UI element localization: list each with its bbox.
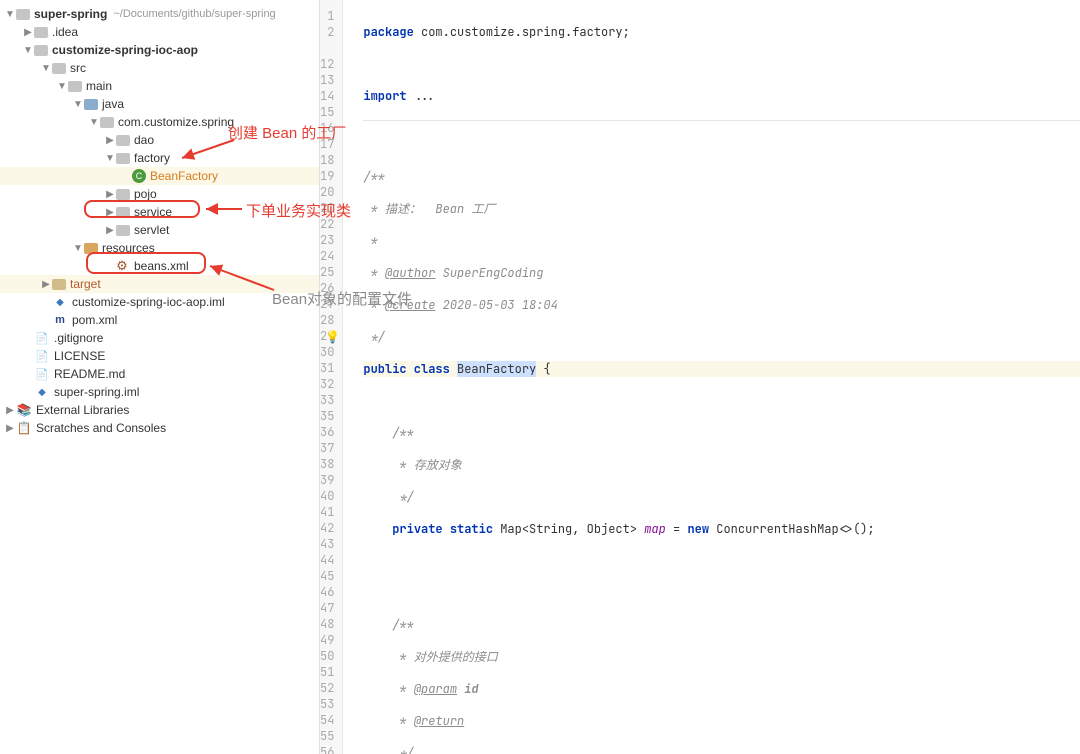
tree-beanfactory[interactable]: ▶CBeanFactory xyxy=(0,167,319,185)
chevron-down-icon: ▼ xyxy=(40,63,52,74)
chevron-right-icon: ▶ xyxy=(40,279,52,290)
chevron-down-icon: ▼ xyxy=(88,117,100,128)
tree-main[interactable]: ▼main xyxy=(0,77,319,95)
tree-superiml[interactable]: ▶◆super-spring.iml xyxy=(0,383,319,401)
file-icon: 📄 xyxy=(34,330,50,346)
project-tree[interactable]: ▼ super-spring ~/Documents/github/super-… xyxy=(0,0,320,754)
folder-icon xyxy=(34,27,48,38)
chevron-right-icon: ▶ xyxy=(4,405,16,416)
package-icon xyxy=(100,117,114,128)
tree-scratches[interactable]: ▶📋Scratches and Consoles xyxy=(0,419,319,437)
maven-icon: m xyxy=(52,312,68,328)
tree-dao[interactable]: ▶dao xyxy=(0,131,319,149)
chevron-right-icon: ▶ xyxy=(4,423,16,434)
scratches-icon: 📋 xyxy=(16,420,32,436)
tree-license[interactable]: ▶📄LICENSE xyxy=(0,347,319,365)
excluded-folder-icon xyxy=(52,279,66,290)
tree-external-libraries[interactable]: ▶📚External Libraries xyxy=(0,401,319,419)
tree-factory[interactable]: ▼factory xyxy=(0,149,319,167)
tree-servlet[interactable]: ▶servlet xyxy=(0,221,319,239)
project-name: super-spring xyxy=(34,7,107,21)
chevron-right-icon: ▶ xyxy=(104,225,116,236)
chevron-down-icon: ▼ xyxy=(4,9,16,20)
tree-beansxml[interactable]: ▶⚙beans.xml xyxy=(0,257,319,275)
tree-pojo[interactable]: ▶pojo xyxy=(0,185,319,203)
module-folder-icon xyxy=(34,45,48,56)
line-number-gutter: 1212131415161718192021222324252627282930… xyxy=(320,0,343,754)
chevron-right-icon: ▶ xyxy=(22,27,34,38)
resources-folder-icon xyxy=(84,243,98,254)
source-folder-icon xyxy=(84,99,98,110)
folder-icon xyxy=(52,63,66,74)
tree-idea[interactable]: ▶.idea xyxy=(0,23,319,41)
xml-file-icon: ⚙ xyxy=(114,258,130,274)
tree-service[interactable]: ▶service xyxy=(0,203,319,221)
class-icon: C xyxy=(132,169,146,183)
markdown-file-icon: 📄 xyxy=(34,366,50,382)
project-folder-icon xyxy=(16,9,30,20)
package-icon xyxy=(116,135,130,146)
folder-icon xyxy=(68,81,82,92)
tree-root[interactable]: ▼ super-spring ~/Documents/github/super-… xyxy=(0,5,319,23)
chevron-down-icon: ▼ xyxy=(56,81,68,92)
tree-readme[interactable]: ▶📄README.md xyxy=(0,365,319,383)
tree-iml[interactable]: ▶◆customize-spring-ioc-aop.iml xyxy=(0,293,319,311)
code-area[interactable]: package com.customize.spring.factory; im… xyxy=(343,0,1080,754)
code-editor[interactable]: 1212131415161718192021222324252627282930… xyxy=(320,0,1080,754)
package-icon xyxy=(116,153,130,164)
chevron-down-icon: ▼ xyxy=(72,243,84,254)
tree-java[interactable]: ▼java xyxy=(0,95,319,113)
chevron-down-icon: ▼ xyxy=(104,153,116,164)
chevron-down-icon: ▼ xyxy=(22,45,34,56)
package-icon xyxy=(116,207,130,218)
chevron-right-icon: ▶ xyxy=(104,207,116,218)
tree-target[interactable]: ▶target xyxy=(0,275,319,293)
iml-file-icon: ◆ xyxy=(34,384,50,400)
package-icon xyxy=(116,189,130,200)
chevron-down-icon: ▼ xyxy=(72,99,84,110)
tree-package[interactable]: ▼com.customize.spring xyxy=(0,113,319,131)
tree-gitignore[interactable]: ▶📄.gitignore xyxy=(0,329,319,347)
tree-pom[interactable]: ▶mpom.xml xyxy=(0,311,319,329)
package-icon xyxy=(116,225,130,236)
chevron-right-icon: ▶ xyxy=(104,189,116,200)
tree-module[interactable]: ▼customize-spring-ioc-aop xyxy=(0,41,319,59)
tree-resources[interactable]: ▼resources xyxy=(0,239,319,257)
project-path: ~/Documents/github/super-spring xyxy=(113,8,275,20)
iml-file-icon: ◆ xyxy=(52,294,68,310)
chevron-right-icon: ▶ xyxy=(104,135,116,146)
tree-src[interactable]: ▼src xyxy=(0,59,319,77)
file-icon: 📄 xyxy=(34,348,50,364)
library-icon: 📚 xyxy=(16,402,32,418)
intention-bulb-icon[interactable]: 💡 xyxy=(325,329,340,345)
